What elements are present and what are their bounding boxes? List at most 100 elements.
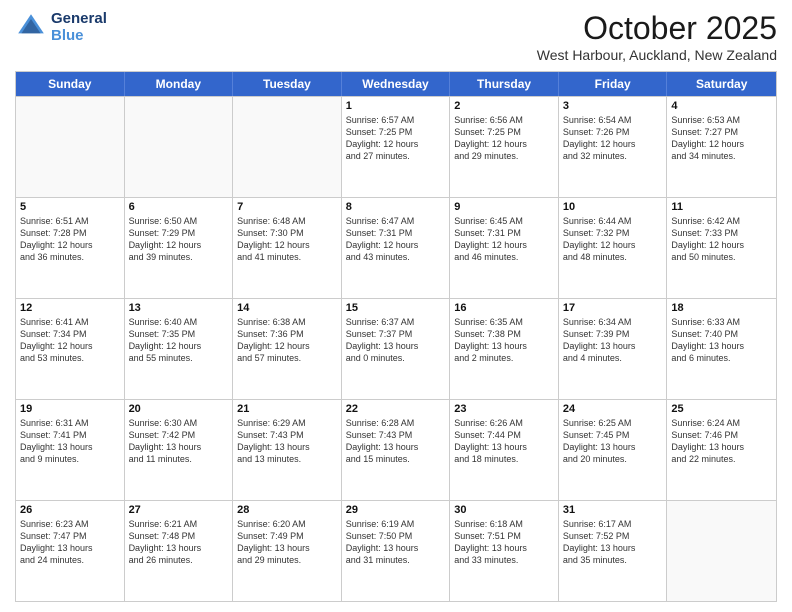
calendar-cell: 22Sunrise: 6:28 AM Sunset: 7:43 PM Dayli… [342, 400, 451, 500]
day-info: Sunrise: 6:57 AM Sunset: 7:25 PM Dayligh… [346, 114, 446, 163]
calendar-cell: 27 Sunrise: 6:21 AM Sunset: 7:48 PM Dayli… [125, 501, 234, 601]
day-number: 27 [129, 504, 229, 516]
logo: General Blue [15, 10, 107, 44]
day-number: 13 [129, 302, 229, 314]
logo-text: General Blue [51, 10, 107, 44]
calendar-cell: 29 Sunrise: 6:19 AM Sunset: 7:50 PM Dayli… [342, 501, 451, 601]
calendar-cell: 19 Sunrise: 6:31 AM Sunset: 7:41 PM Dayli… [16, 400, 125, 500]
logo-icon [15, 11, 47, 43]
calendar-row-2: 5 Sunrise: 6:51 AM Sunset: 7:28 PM Daylig… [16, 197, 776, 298]
calendar-row-1: 1 Sunrise: 6:57 AM Sunset: 7:25 PM Daylig… [16, 96, 776, 197]
calendar-cell: 23Sunrise: 6:26 AM Sunset: 7:44 PM Dayli… [450, 400, 559, 500]
day-info: Sunrise: 6:45 AM Sunset: 7:31 PM Dayligh… [454, 215, 554, 264]
title-block: October 2025 West Harbour, Auckland, New… [537, 10, 777, 63]
day-info: Sunrise: 6:54 AM Sunset: 7:26 PM Dayligh… [563, 114, 663, 163]
day-info: Sunrise: 6:48 AM Sunset: 7:30 PM Dayligh… [237, 215, 337, 264]
calendar-cell: 3 Sunrise: 6:54 AM Sunset: 7:26 PM Daylig… [559, 97, 668, 197]
calendar-cell: 20 Sunrise: 6:30 AM Sunset: 7:42 PM Dayli… [125, 400, 234, 500]
day-info: Sunrise: 6:29 AM Sunset: 7:43 PM Dayligh… [237, 417, 337, 466]
calendar-cell: 14Sunrise: 6:38 AM Sunset: 7:36 PM Dayli… [233, 299, 342, 399]
day-number: 14 [237, 302, 337, 314]
header-day-wednesday: Wednesday [342, 72, 451, 96]
day-number: 20 [129, 403, 229, 415]
day-number: 15 [346, 302, 446, 314]
day-number: 9 [454, 201, 554, 213]
day-number: 12 [20, 302, 120, 314]
calendar-header: SundayMondayTuesdayWednesdayThursdayFrid… [16, 72, 776, 96]
day-number: 19 [20, 403, 120, 415]
day-number: 29 [346, 504, 446, 516]
calendar-cell: 13 Sunrise: 6:40 AM Sunset: 7:35 PM Dayli… [125, 299, 234, 399]
calendar-cell [233, 97, 342, 197]
calendar-cell: 30Sunrise: 6:18 AM Sunset: 7:51 PM Dayli… [450, 501, 559, 601]
day-number: 23 [454, 403, 554, 415]
calendar-cell: 31 Sunrise: 6:17 AM Sunset: 7:52 PM Dayli… [559, 501, 668, 601]
day-number: 24 [563, 403, 663, 415]
header-day-thursday: Thursday [450, 72, 559, 96]
calendar-cell [125, 97, 234, 197]
calendar-cell: 17Sunrise: 6:34 AM Sunset: 7:39 PM Dayli… [559, 299, 668, 399]
calendar-row-3: 12 Sunrise: 6:41 AM Sunset: 7:34 PM Dayli… [16, 298, 776, 399]
day-info: Sunrise: 6:42 AM Sunset: 7:33 PM Dayligh… [671, 215, 772, 264]
header: General Blue October 2025 West Harbour, … [15, 10, 777, 63]
day-info: Sunrise: 6:17 AM Sunset: 7:52 PM Dayligh… [563, 518, 663, 567]
page: General Blue October 2025 West Harbour, … [0, 0, 792, 612]
header-day-friday: Friday [559, 72, 668, 96]
day-number: 31 [563, 504, 663, 516]
day-number: 2 [454, 100, 554, 112]
day-number: 26 [20, 504, 120, 516]
day-info: Sunrise: 6:51 AM Sunset: 7:28 PM Dayligh… [20, 215, 120, 264]
calendar-cell: 8Sunrise: 6:47 AM Sunset: 7:31 PM Daylig… [342, 198, 451, 298]
calendar-cell: 15 Sunrise: 6:37 AM Sunset: 7:37 PM Dayli… [342, 299, 451, 399]
day-info: Sunrise: 6:56 AM Sunset: 7:25 PM Dayligh… [454, 114, 554, 163]
day-info: Sunrise: 6:23 AM Sunset: 7:47 PM Dayligh… [20, 518, 120, 567]
day-number: 5 [20, 201, 120, 213]
day-number: 11 [671, 201, 772, 213]
day-info: Sunrise: 6:20 AM Sunset: 7:49 PM Dayligh… [237, 518, 337, 567]
day-info: Sunrise: 6:31 AM Sunset: 7:41 PM Dayligh… [20, 417, 120, 466]
day-number: 7 [237, 201, 337, 213]
calendar-row-5: 26 Sunrise: 6:23 AM Sunset: 7:47 PM Dayli… [16, 500, 776, 601]
day-info: Sunrise: 6:33 AM Sunset: 7:40 PM Dayligh… [671, 316, 772, 365]
day-number: 16 [454, 302, 554, 314]
day-info: Sunrise: 6:28 AM Sunset: 7:43 PM Dayligh… [346, 417, 446, 466]
calendar-cell [16, 97, 125, 197]
calendar-row-4: 19 Sunrise: 6:31 AM Sunset: 7:41 PM Dayli… [16, 399, 776, 500]
day-number: 3 [563, 100, 663, 112]
calendar-cell: 24 Sunrise: 6:25 AM Sunset: 7:45 PM Dayli… [559, 400, 668, 500]
day-number: 28 [237, 504, 337, 516]
day-info: Sunrise: 6:25 AM Sunset: 7:45 PM Dayligh… [563, 417, 663, 466]
day-number: 30 [454, 504, 554, 516]
calendar-cell: 25 Sunrise: 6:24 AM Sunset: 7:46 PM Dayli… [667, 400, 776, 500]
calendar-body: 1 Sunrise: 6:57 AM Sunset: 7:25 PM Daylig… [16, 96, 776, 601]
calendar-cell: 4Sunrise: 6:53 AM Sunset: 7:27 PM Daylig… [667, 97, 776, 197]
day-info: Sunrise: 6:40 AM Sunset: 7:35 PM Dayligh… [129, 316, 229, 365]
day-info: Sunrise: 6:24 AM Sunset: 7:46 PM Dayligh… [671, 417, 772, 466]
day-number: 1 [346, 100, 446, 112]
day-info: Sunrise: 6:35 AM Sunset: 7:38 PM Dayligh… [454, 316, 554, 365]
calendar-cell: 16 Sunrise: 6:35 AM Sunset: 7:38 PM Dayli… [450, 299, 559, 399]
day-number: 21 [237, 403, 337, 415]
calendar-cell: 26 Sunrise: 6:23 AM Sunset: 7:47 PM Dayli… [16, 501, 125, 601]
day-number: 6 [129, 201, 229, 213]
day-info: Sunrise: 6:19 AM Sunset: 7:50 PM Dayligh… [346, 518, 446, 567]
day-number: 17 [563, 302, 663, 314]
calendar-cell: 6Sunrise: 6:50 AM Sunset: 7:29 PM Daylig… [125, 198, 234, 298]
calendar-cell: 9 Sunrise: 6:45 AM Sunset: 7:31 PM Daylig… [450, 198, 559, 298]
day-info: Sunrise: 6:37 AM Sunset: 7:37 PM Dayligh… [346, 316, 446, 365]
calendar-cell [667, 501, 776, 601]
calendar-cell: 5 Sunrise: 6:51 AM Sunset: 7:28 PM Daylig… [16, 198, 125, 298]
day-info: Sunrise: 6:30 AM Sunset: 7:42 PM Dayligh… [129, 417, 229, 466]
calendar-cell: 28 Sunrise: 6:20 AM Sunset: 7:49 PM Dayli… [233, 501, 342, 601]
calendar-cell: 21 Sunrise: 6:29 AM Sunset: 7:43 PM Dayli… [233, 400, 342, 500]
day-number: 10 [563, 201, 663, 213]
day-info: Sunrise: 6:41 AM Sunset: 7:34 PM Dayligh… [20, 316, 120, 365]
subtitle: West Harbour, Auckland, New Zealand [537, 47, 777, 63]
day-info: Sunrise: 6:53 AM Sunset: 7:27 PM Dayligh… [671, 114, 772, 163]
header-day-tuesday: Tuesday [233, 72, 342, 96]
calendar-cell: 12 Sunrise: 6:41 AM Sunset: 7:34 PM Dayli… [16, 299, 125, 399]
calendar-cell: 7 Sunrise: 6:48 AM Sunset: 7:30 PM Daylig… [233, 198, 342, 298]
calendar-cell: 1 Sunrise: 6:57 AM Sunset: 7:25 PM Daylig… [342, 97, 451, 197]
day-info: Sunrise: 6:21 AM Sunset: 7:48 PM Dayligh… [129, 518, 229, 567]
day-number: 25 [671, 403, 772, 415]
